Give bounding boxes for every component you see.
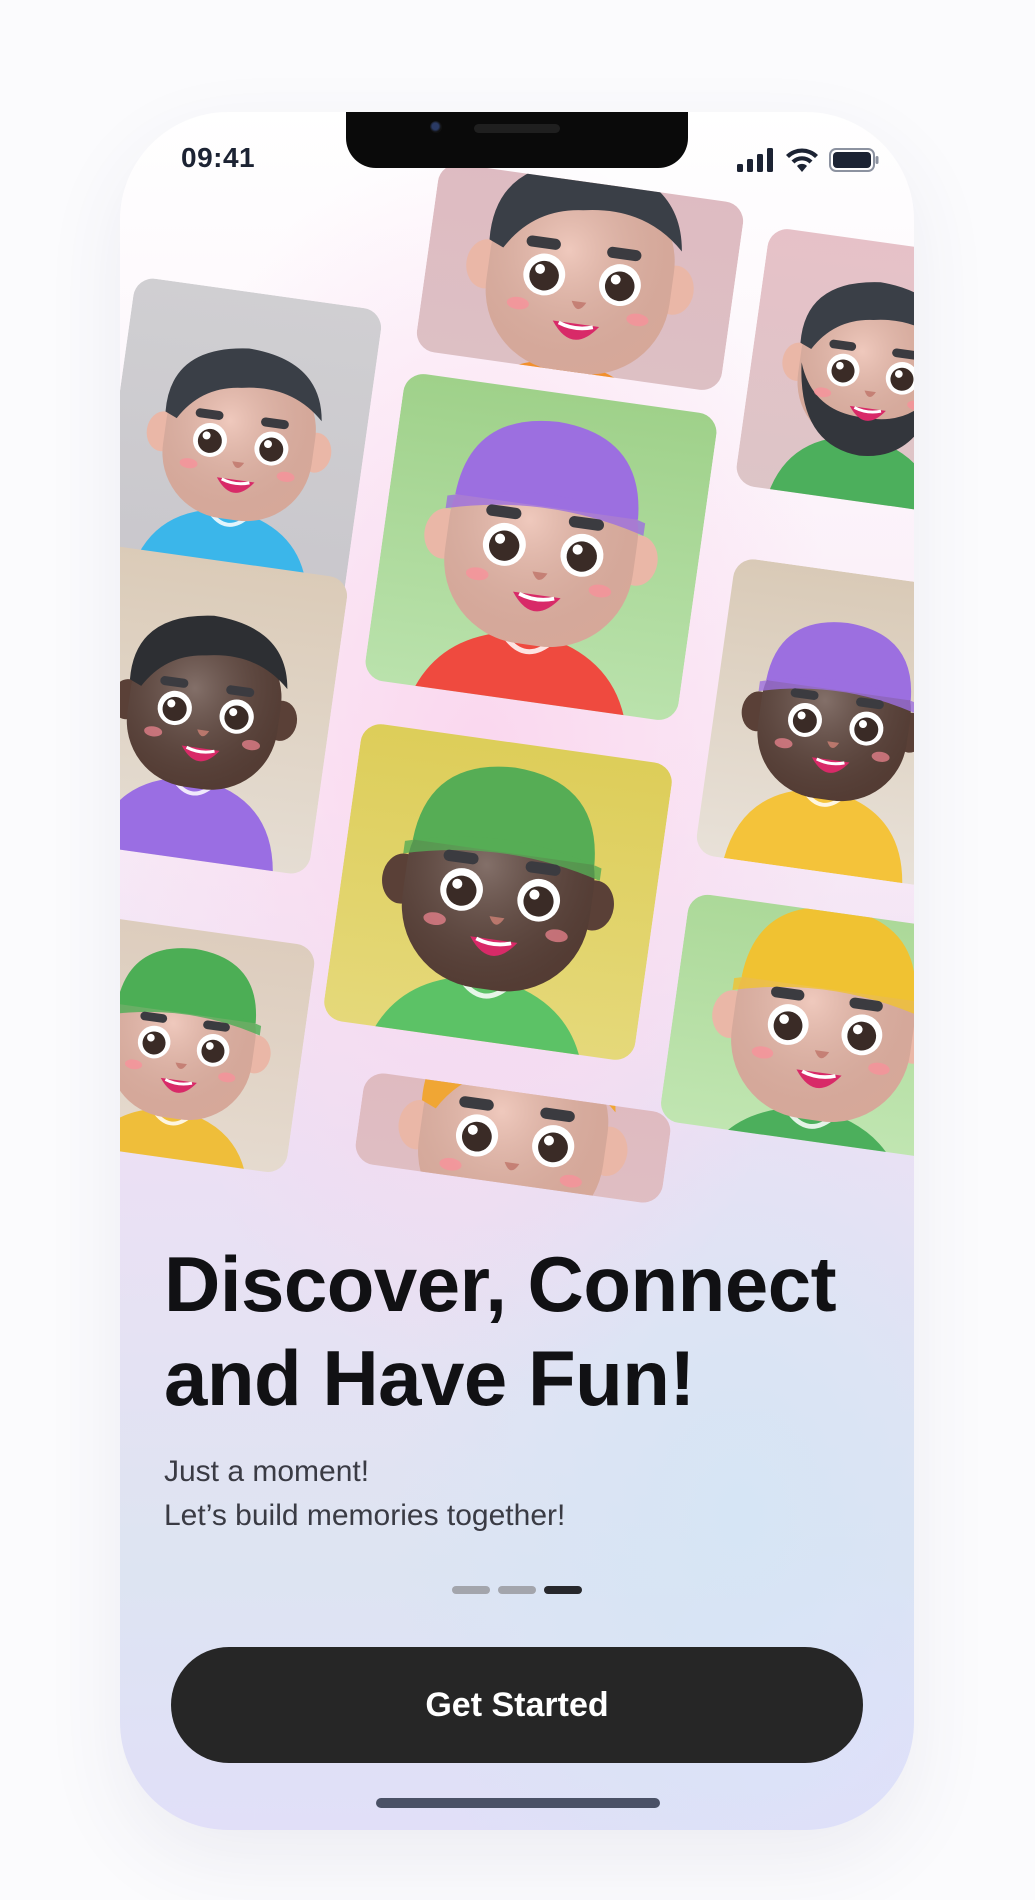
avatar-illustration <box>353 1070 673 1206</box>
status-icons <box>737 147 879 173</box>
title-line-2: and Have Fun! <box>164 1334 695 1422</box>
avatar-illustration <box>362 371 720 723</box>
avatar-yellow-green-cap <box>321 721 675 1063</box>
wifi-icon <box>786 148 818 172</box>
subtitle-line-2: Let’s build memories together! <box>164 1499 566 1532</box>
subtitle: Just a moment! Let’s build memories toge… <box>164 1450 565 1538</box>
get-started-button[interactable]: Get Started <box>171 1647 863 1763</box>
avatar-illustration <box>414 161 746 393</box>
page-indicator <box>452 1586 582 1594</box>
page-dot-1[interactable] <box>452 1586 490 1594</box>
avatar-pink-orange-hair <box>353 1070 673 1206</box>
home-indicator[interactable] <box>376 1798 660 1808</box>
avatar-green-purple-cap <box>362 371 720 723</box>
avatar-pink-orange-hoodie <box>414 161 746 393</box>
avatar-collage <box>120 112 914 1212</box>
camera <box>430 121 442 133</box>
battery-icon <box>829 148 879 172</box>
avatar-pink-beard <box>734 226 914 518</box>
page-dot-3[interactable] <box>544 1586 582 1594</box>
page-dot-2[interactable] <box>498 1586 536 1594</box>
avatar-illustration <box>658 892 914 1162</box>
avatar-illustration <box>694 556 914 888</box>
avatar-green-yellow-beanie <box>658 892 914 1162</box>
avatar-illustration <box>120 913 317 1175</box>
avatar-illustration <box>734 226 914 518</box>
speaker <box>474 124 560 133</box>
avatar-beige-purple-hoodie <box>120 543 350 877</box>
subtitle-line-1: Just a moment! <box>164 1455 370 1488</box>
phone-frame: 09:41 Discover, Connect and Have Fun! Ju… <box>120 112 914 1830</box>
status-time: 09:41 <box>181 142 256 173</box>
avatar-beige-green-bucket-hat <box>120 913 317 1175</box>
page-title: Discover, Connect and Have Fun! <box>164 1237 884 1425</box>
notch <box>346 112 688 168</box>
avatar-beige-purple-beanie <box>694 556 914 888</box>
avatar-illustration <box>321 721 675 1063</box>
title-line-1: Discover, Connect <box>164 1240 837 1328</box>
avatar-illustration <box>120 543 350 877</box>
signal-icon <box>737 148 773 172</box>
